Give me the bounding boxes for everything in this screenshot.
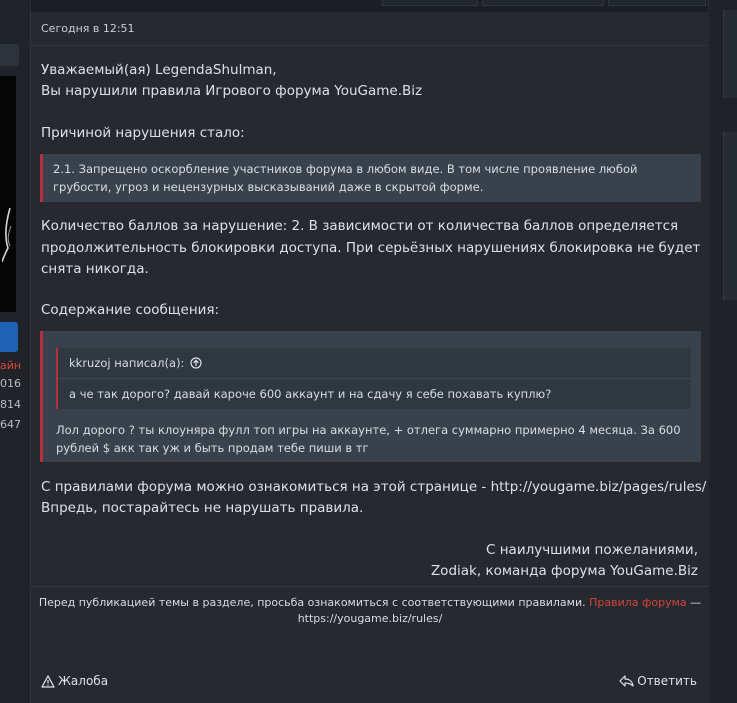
points-text-line: снята никогда.	[41, 261, 149, 277]
user-stat: 016	[0, 377, 21, 390]
right-panel-block	[723, 10, 737, 98]
right-sidebar	[708, 0, 737, 703]
arrow-up-circle-icon[interactable]	[190, 357, 203, 369]
toolbar-button[interactable]	[482, 0, 604, 6]
user-action-button[interactable]	[0, 322, 18, 352]
reply-icon	[619, 675, 634, 687]
toolbar-button[interactable]	[382, 0, 478, 6]
top-toolbar	[382, 0, 708, 6]
sidebar-tab[interactable]	[0, 44, 19, 66]
forum-post: Сегодня в 12:51 Уважаемый(ая) LegendaShu…	[30, 12, 709, 703]
post-timestamp[interactable]: Сегодня в 12:51	[41, 22, 135, 35]
rule-quote-box: 2.1. Запрещено оскорбление участников фо…	[40, 154, 701, 202]
greeting-text: Уважаемый(ая) LegendaShulman,	[41, 62, 277, 78]
rule-text-line: грубости, угроз и нецензурных высказыван…	[53, 180, 484, 194]
right-panel-block	[723, 132, 737, 300]
advice-text: Впредь, постарайтесь не нарушать правила…	[41, 500, 364, 516]
avatar-art-icon	[2, 208, 12, 262]
rules-link-text[interactable]: С правилами форума можно ознакомиться на…	[41, 479, 706, 495]
signoff-line: Zodiak, команда форума YouGame.Biz	[430, 563, 698, 579]
user-stat: 647	[0, 418, 21, 431]
signature-divider	[31, 586, 709, 587]
rules-notice: Перед публикацией темы в разделе, просьб…	[31, 596, 709, 609]
user-stat: 814	[0, 398, 21, 411]
quote-header[interactable]: kkruzoj написал(а):	[69, 356, 203, 370]
points-text-line: Количество баллов за нарушение: 2. В зав…	[41, 218, 679, 234]
quote-text: а че так дорого? давай кароче 600 аккаун…	[69, 387, 552, 401]
report-label: Жалоба	[58, 674, 109, 688]
reply-text-line: рублей $ акк так уж и быть продам тебе п…	[56, 441, 369, 455]
quote-divider	[58, 378, 691, 379]
post-header-divider	[31, 45, 709, 46]
report-button[interactable]: Жалоба	[41, 674, 108, 688]
user-avatar[interactable]	[0, 76, 16, 312]
content-label: Содержание сообщения:	[41, 302, 220, 318]
notice-dash: —	[690, 596, 702, 609]
points-text-line: продолжительность блокировки доступа. Пр…	[41, 240, 701, 256]
reply-label: Ответить	[637, 674, 697, 688]
message-content-box: kkruzoj написал(а): а че так дорого? дав…	[40, 331, 701, 462]
toolbar-button[interactable]	[608, 0, 706, 6]
reason-label: Причиной нарушения стало:	[41, 125, 245, 141]
quote-author: kkruzoj написал(а):	[69, 356, 185, 370]
signoff-line: С наилучшими пожеланиями,	[486, 542, 698, 558]
nested-quote: kkruzoj написал(а): а че так дорого? дав…	[56, 348, 691, 409]
notice-text: Перед публикацией темы в разделе, просьб…	[38, 596, 586, 609]
notice-url[interactable]: https://yougame.biz/rules/	[31, 612, 709, 625]
rule-text-line: 2.1. Запрещено оскорбление участников фо…	[53, 162, 638, 176]
violation-text: Вы нарушили правила Игрового форума YouG…	[41, 83, 423, 99]
warning-icon	[41, 674, 55, 688]
rules-link[interactable]: Правила форума	[589, 596, 687, 609]
user-online-status: айн	[0, 359, 22, 372]
reply-text-line: Лол дорого ? ты клоуняра фулл топ игры н…	[56, 423, 681, 437]
reply-button[interactable]: Ответить	[619, 674, 697, 688]
